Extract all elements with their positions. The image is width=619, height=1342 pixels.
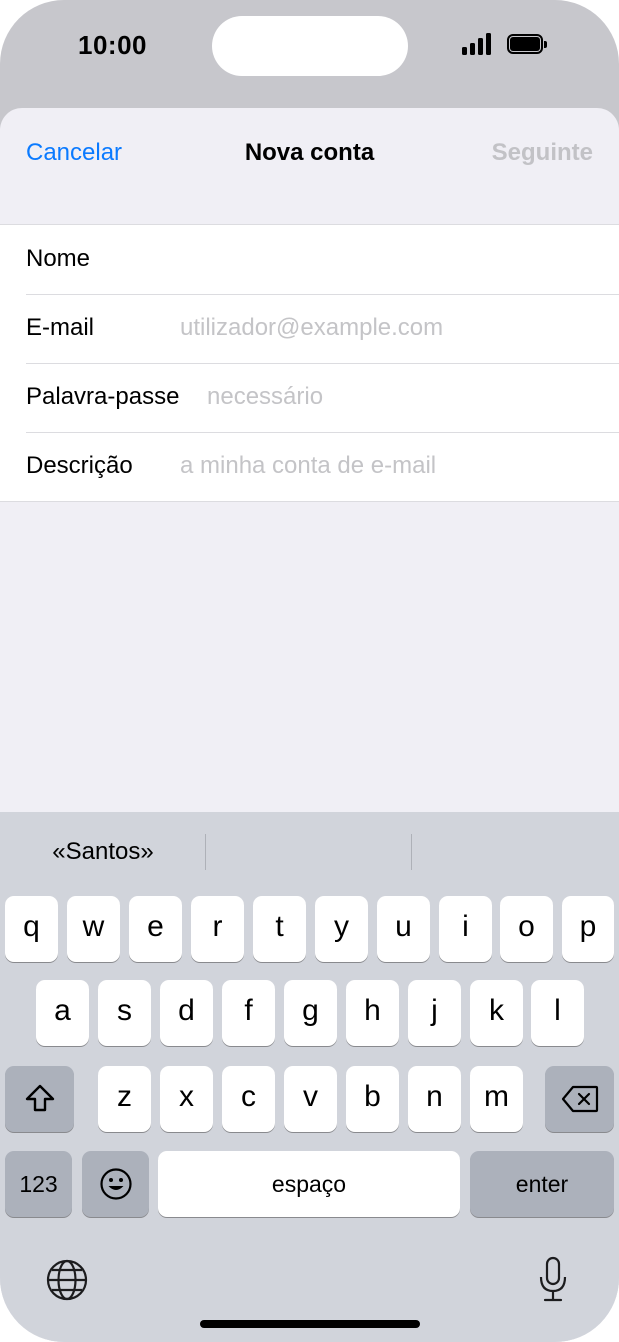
delete-key[interactable]	[545, 1066, 614, 1132]
battery-icon	[507, 34, 547, 54]
space-key[interactable]: espaço	[158, 1151, 460, 1217]
key-u[interactable]: u	[377, 896, 430, 962]
globe-button[interactable]	[45, 1258, 89, 1307]
key-p[interactable]: p	[562, 896, 614, 962]
suggestion-1[interactable]: «Santos»	[0, 832, 206, 872]
key-g[interactable]: g	[284, 980, 337, 1046]
key-e[interactable]: e	[129, 896, 182, 962]
key-h[interactable]: h	[346, 980, 399, 1046]
key-y[interactable]: y	[315, 896, 368, 962]
account-form: Nome E-mail Palavra-passe Descrição	[0, 224, 619, 502]
description-field[interactable]	[180, 448, 599, 484]
next-button[interactable]: Seguinte	[492, 139, 593, 167]
dynamic-island	[212, 16, 408, 76]
key-t[interactable]: t	[253, 896, 306, 962]
dictation-button[interactable]	[537, 1256, 569, 1309]
description-label: Descrição	[26, 452, 133, 479]
suggestion-bar: «Santos»	[0, 832, 619, 872]
nav-bar: Cancelar Nova conta Seguinte	[0, 108, 619, 198]
key-r[interactable]: r	[191, 896, 244, 962]
shift-key[interactable]	[5, 1066, 74, 1132]
key-c[interactable]: c	[222, 1066, 275, 1132]
key-v[interactable]: v	[284, 1066, 337, 1132]
microphone-icon	[539, 1256, 567, 1302]
shift-icon	[25, 1084, 54, 1112]
key-o[interactable]: o	[500, 896, 553, 962]
form-row-name: Nome	[0, 225, 619, 294]
key-f[interactable]: f	[222, 980, 275, 1046]
key-q[interactable]: q	[5, 896, 58, 962]
name-field[interactable]	[180, 241, 599, 277]
status-time: 10:00	[78, 30, 147, 60]
keyboard: «Santos» q w e r t y u i o p a s d f g h…	[0, 812, 619, 1342]
numbers-key[interactable]: 123	[5, 1151, 72, 1217]
key-z[interactable]: z	[98, 1066, 151, 1132]
home-indicator[interactable]	[200, 1320, 420, 1328]
status-bar: 10:00	[0, 0, 619, 100]
name-label: Nome	[26, 245, 91, 272]
key-w[interactable]: w	[67, 896, 120, 962]
email-label: E-mail	[26, 314, 95, 341]
suggestion-2[interactable]	[206, 832, 412, 872]
email-field[interactable]	[180, 310, 599, 346]
password-field[interactable]	[207, 379, 599, 415]
key-d[interactable]: d	[160, 980, 213, 1046]
globe-icon	[46, 1259, 88, 1301]
key-x[interactable]: x	[160, 1066, 213, 1132]
key-j[interactable]: j	[408, 980, 461, 1046]
suggestion-3[interactable]	[412, 832, 618, 872]
form-row-password: Palavra-passe	[0, 363, 619, 432]
emoji-key[interactable]	[82, 1151, 149, 1217]
backspace-icon	[561, 1085, 598, 1113]
emoji-icon	[99, 1168, 132, 1200]
key-a[interactable]: a	[36, 980, 89, 1046]
password-label: Palavra-passe	[26, 383, 180, 410]
enter-key[interactable]: enter	[470, 1151, 614, 1217]
key-n[interactable]: n	[408, 1066, 461, 1132]
phone-screen: 10:00 Cancelar Nova conta Seguinte Nome …	[0, 0, 619, 1342]
form-row-description: Descrição	[0, 432, 619, 501]
key-m[interactable]: m	[470, 1066, 523, 1132]
form-row-email: E-mail	[0, 294, 619, 363]
signal-icon	[462, 33, 494, 55]
key-b[interactable]: b	[346, 1066, 399, 1132]
key-l[interactable]: l	[531, 980, 584, 1046]
key-s[interactable]: s	[98, 980, 151, 1046]
key-k[interactable]: k	[470, 980, 523, 1046]
key-i[interactable]: i	[439, 896, 492, 962]
